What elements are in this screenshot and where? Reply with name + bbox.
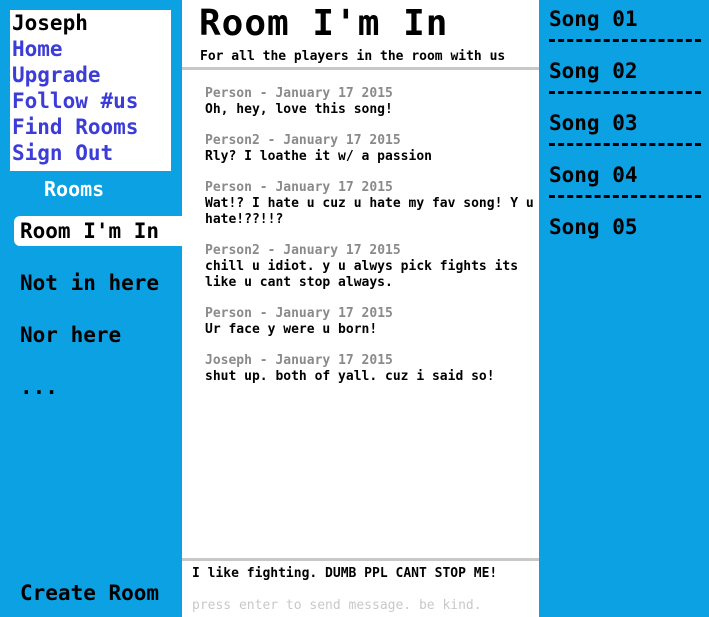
nav-link-sign-out[interactable]: Sign Out [10,140,171,166]
room-subtitle: For all the players in the room with us [200,49,506,64]
message: Person - January 17 2015 Ur face y were … [205,306,535,338]
message: Person2 - January 17 2015 Rly? I loathe … [205,133,535,165]
song-divider [549,195,701,198]
message-author: Person2 [205,243,260,258]
song-label: Song 05 [549,215,638,239]
message-date: January 17 2015 [283,133,401,148]
message-meta: Person2 - January 17 2015 [205,133,401,148]
composer-hint: press enter to send message. be kind. [192,598,482,613]
song-item[interactable]: Song 02 [549,54,701,94]
message-author: Person2 [205,133,260,148]
song-label: Song 01 [549,7,638,31]
message: Joseph - January 17 2015 shut up. both o… [205,353,535,385]
message-meta: Person - January 17 2015 [205,306,393,321]
message-author: Person [205,180,252,195]
message-date: January 17 2015 [275,306,393,321]
message-meta: Person - January 17 2015 [205,180,393,195]
create-room-button[interactable]: Create Room [20,581,159,605]
nav-link-find-rooms[interactable]: Find Rooms [10,114,171,140]
message-date: January 17 2015 [275,180,393,195]
nav-link-upgrade[interactable]: Upgrade [10,62,171,88]
room-item[interactable]: Nor here [14,320,182,350]
left-sidebar: Joseph Home Upgrade Follow #us Find Room… [0,0,182,617]
message-author: Person [205,86,252,101]
message: Person - January 17 2015 Oh, hey, love t… [205,86,535,118]
song-label: Song 04 [549,163,638,187]
message-text: Ur face y were u born! [205,322,378,337]
song-item[interactable]: Song 05 [549,210,701,250]
message-text: chill u idiot. y u alwys pick fights its… [205,259,519,290]
user-menu: Joseph Home Upgrade Follow #us Find Room… [10,10,171,171]
song-item[interactable]: Song 03 [549,106,701,146]
message-meta: Person - January 17 2015 [205,86,393,101]
message-text: Oh, hey, love this song! [205,102,393,117]
message-author: Joseph [205,353,252,368]
song-divider [549,91,701,94]
message-text: Rly? I loathe it w/ a passion [205,149,432,164]
song-item[interactable]: Song 04 [549,158,701,198]
chat-panel: Room I'm In For all the players in the r… [182,0,539,617]
song-item[interactable]: Song 01 [549,2,701,42]
message-list: Person - January 17 2015 Oh, hey, love t… [205,86,535,400]
message-text: shut up. both of yall. cuz i said so! [205,369,495,384]
message-text: Wat!? I hate u cuz u hate my fav song! Y… [205,196,534,227]
rooms-heading: Rooms [44,177,105,201]
nav-link-home[interactable]: Home [10,36,171,62]
song-sidebar: Song 01 Song 02 Song 03 Song 04 Song 05 [539,0,709,617]
message-meta: Joseph - January 17 2015 [205,353,393,368]
nav-link-follow[interactable]: Follow #us [10,88,171,114]
divider [182,67,539,70]
message-input[interactable] [192,566,532,581]
room-item[interactable]: Not in here [14,268,182,298]
song-divider [549,143,701,146]
song-divider [549,39,701,42]
message-author: Person [205,306,252,321]
room-title: Room I'm In [199,3,449,44]
username: Joseph [12,11,88,35]
message: Person - January 17 2015 Wat!? I hate u … [205,180,535,228]
divider [182,558,539,561]
room-item-more[interactable]: ... [14,372,182,402]
message-date: January 17 2015 [275,353,393,368]
song-label: Song 02 [549,59,638,83]
message-meta: Person2 - January 17 2015 [205,243,401,258]
message-date: January 17 2015 [283,243,401,258]
message-date: January 17 2015 [275,86,393,101]
song-label: Song 03 [549,111,638,135]
message: Person2 - January 17 2015 chill u idiot.… [205,243,535,291]
room-item-active[interactable]: Room I'm In [14,216,182,246]
